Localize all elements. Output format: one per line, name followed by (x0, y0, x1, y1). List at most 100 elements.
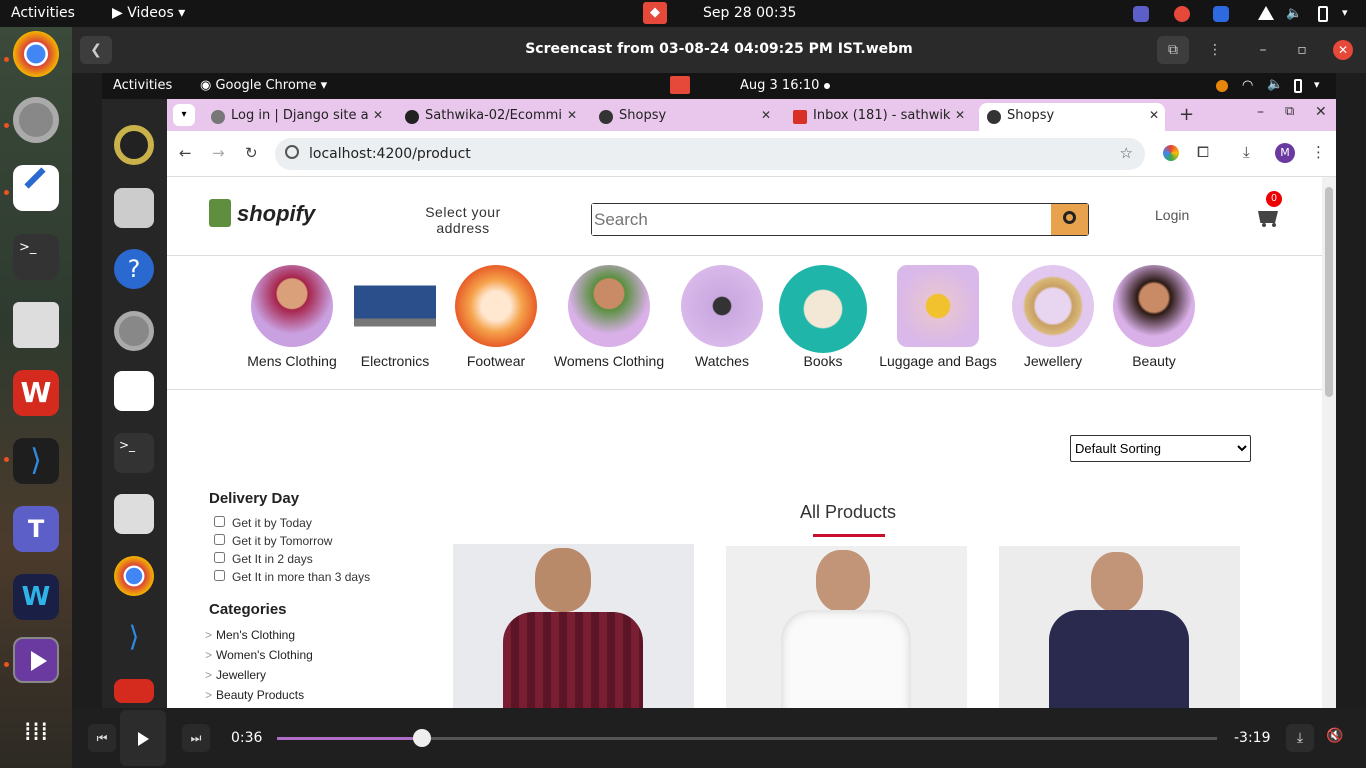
seek-thumb[interactable] (412, 729, 431, 747)
browser-menu-kebab-icon[interactable]: ⋮ (1311, 143, 1326, 161)
app-menu-label: Videos (127, 5, 174, 21)
category-filter-link[interactable]: > Women's Clothing (205, 645, 313, 665)
address-bar[interactable]: localhost:4200/product ☆ (275, 138, 1145, 170)
volume-icon[interactable]: 🔇 (1326, 728, 1343, 744)
chrome-icon (114, 556, 154, 596)
reload-icon[interactable]: ↻ (245, 144, 258, 162)
tab-close-icon[interactable]: ✕ (373, 108, 383, 122)
site-info-icon[interactable] (285, 145, 299, 159)
close-icon[interactable]: ✕ (1333, 40, 1353, 60)
page-scrollbar[interactable] (1322, 177, 1336, 708)
delivery-checkbox[interactable] (214, 516, 225, 527)
sorting-select[interactable]: Default Sorting (1070, 435, 1251, 462)
tab-gmail[interactable]: Inbox (181) - sathwik ✕ (785, 103, 971, 131)
category-luggage-and-bags[interactable]: Luggage and Bags (878, 265, 998, 369)
skip-forward-icon[interactable]: ⏭ (182, 724, 210, 752)
delivery-option-3-days[interactable]: Get It in more than 3 days (214, 568, 370, 586)
search-button[interactable] (1051, 204, 1088, 235)
terminal-dock-icon[interactable]: >_ (13, 234, 59, 280)
skip-back-icon[interactable]: ⏮ (88, 724, 116, 752)
tab-shopsy-active[interactable]: Shopsy ✕ (979, 103, 1165, 131)
tab-search-chevron-icon[interactable]: ▾ (173, 104, 195, 126)
tab-close-icon[interactable]: ✕ (1149, 108, 1159, 122)
webex-dock-icon[interactable]: W (13, 574, 59, 620)
select-address-link[interactable]: Select your address (413, 204, 513, 236)
delivery-option-today[interactable]: Get it by Today (214, 514, 370, 532)
teams-dock-icon[interactable]: T (13, 506, 59, 552)
fullscreen-toggle-icon[interactable]: ⧉ (1157, 36, 1189, 64)
videos-dock-icon[interactable] (13, 637, 59, 683)
category-mens-clothing[interactable]: Mens Clothing (232, 265, 352, 369)
category-books[interactable]: Books (763, 265, 883, 369)
delivery-checkbox[interactable] (214, 534, 225, 545)
battery-icon[interactable] (1318, 6, 1328, 22)
tab-django-login[interactable]: Log in | Django site a ✕ (203, 103, 389, 131)
category-beauty[interactable]: Beauty (1094, 265, 1214, 369)
screencast-indicator-icon[interactable]: ◆ (643, 2, 667, 24)
delivery-option-2-days[interactable]: Get It in 2 days (214, 550, 370, 568)
delivery-checkbox[interactable] (214, 552, 225, 563)
chrome-dock-icon[interactable] (13, 31, 59, 77)
teams-tray-icon[interactable] (1133, 6, 1149, 22)
activities-button[interactable]: Activities (11, 5, 75, 21)
category-womens-clothing[interactable]: Womens Clothing (549, 265, 669, 369)
product-card[interactable] (453, 544, 694, 708)
new-tab-plus-icon[interactable]: + (1179, 104, 1194, 125)
delivery-checkbox[interactable] (214, 570, 225, 581)
webex-tray-icon[interactable] (1213, 6, 1229, 22)
site-logo[interactable]: shopify (237, 201, 315, 227)
vscode-dock-icon[interactable]: ⟩ (13, 438, 59, 484)
tab-close-icon[interactable]: ✕ (955, 108, 965, 122)
window-minimize-icon[interactable]: – (1257, 104, 1264, 120)
category-filter-link[interactable]: > Men's Clothing (205, 625, 313, 645)
product-card[interactable] (726, 546, 967, 708)
extension-color-icon[interactable] (1163, 145, 1179, 161)
category-filter-link[interactable]: > Jewellery (205, 665, 313, 685)
rotate-icon[interactable]: ⤓ (1286, 724, 1314, 752)
show-apps-grid-icon[interactable]: ⁞⁞⁞ (13, 709, 59, 755)
cart-button[interactable]: 0 (1256, 191, 1282, 227)
maximize-icon[interactable]: ▫ (1286, 36, 1318, 64)
forward-arrow-icon[interactable]: → (212, 144, 225, 162)
category-filter-link[interactable]: > Beauty Products (205, 685, 313, 705)
play-button[interactable] (120, 710, 166, 766)
window-close-icon[interactable]: ✕ (1315, 104, 1327, 120)
login-link[interactable]: Login (1155, 207, 1189, 223)
wifi-icon[interactable] (1258, 6, 1274, 20)
search-box (591, 203, 1089, 236)
back-arrow-icon[interactable]: ← (179, 144, 192, 162)
no-entry-icon[interactable] (1174, 6, 1190, 22)
tab-close-icon[interactable]: ✕ (761, 108, 771, 122)
tab-close-icon[interactable]: ✕ (567, 108, 577, 122)
minimize-icon[interactable]: – (1247, 36, 1279, 64)
wps-office-dock-icon[interactable]: W (13, 370, 59, 416)
chevron-down-icon[interactable]: ▾ (1342, 6, 1358, 22)
settings-dock-icon[interactable] (13, 97, 59, 143)
tab-label: Inbox (181) - sathwik (813, 108, 951, 123)
scrollbar-thumb[interactable] (1325, 187, 1333, 397)
clock[interactable]: Sep 28 00:35 (703, 5, 796, 21)
app-menu[interactable]: ▶ Videos ▾ (112, 5, 185, 21)
text-editor-dock-icon[interactable] (13, 165, 59, 211)
tab-github[interactable]: Sathwika-02/Ecommi ✕ (397, 103, 583, 131)
bookmark-star-icon[interactable]: ☆ (1120, 144, 1133, 162)
search-input[interactable] (592, 204, 1051, 235)
delivery-option-tomorrow[interactable]: Get it by Tomorrow (214, 532, 370, 550)
tab-shopsy-1[interactable]: Shopsy ✕ (591, 103, 777, 131)
delivery-option-label: Get It in 2 days (232, 552, 313, 566)
window-restore-icon[interactable]: ⧉ (1285, 104, 1294, 119)
profile-avatar[interactable]: M (1275, 143, 1295, 163)
seek-bar[interactable] (277, 729, 1217, 747)
image-viewer-dock-icon[interactable] (13, 302, 59, 348)
volume-icon[interactable]: 🔈 (1286, 6, 1302, 22)
video-frame[interactable]: Activities ◉ Google Chrome ▾ Aug 3 16:10… (102, 73, 1336, 708)
product-card[interactable] (999, 546, 1240, 708)
extensions-puzzle-icon[interactable]: ⧠ (1197, 143, 1209, 161)
chevron-right-icon: > (205, 628, 213, 642)
category-footwear[interactable]: Footwear (436, 265, 556, 369)
product-image (1091, 552, 1143, 612)
settings-icon (114, 311, 154, 351)
download-icon[interactable]: ⤓ (1243, 143, 1250, 161)
menu-kebab-icon[interactable]: ⋮ (1199, 36, 1231, 64)
system-top-bar: Activities ▶ Videos ▾ ◆ Sep 28 00:35 🔈 ▾ (0, 0, 1366, 27)
